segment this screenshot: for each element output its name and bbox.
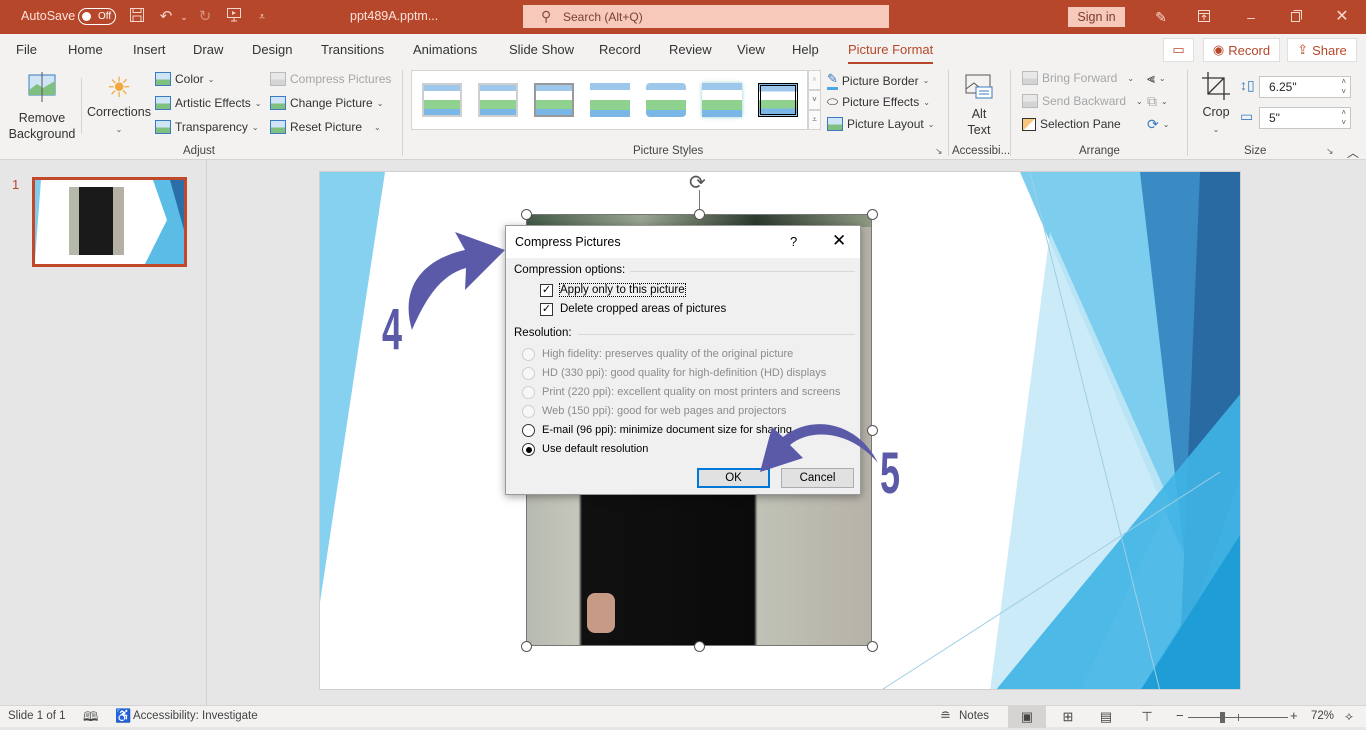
slide-sorter-button[interactable]: ⊞ [1049,706,1087,728]
notes-button[interactable]: Notes [959,710,989,722]
zoom-slider-thumb[interactable] [1220,712,1226,723]
accessibility-icon[interactable]: ♿ [115,708,131,724]
annotation-step-4: 4 [382,297,403,362]
annotation-step-5: 5 [880,441,901,506]
fit-to-window-icon[interactable]: ⟡ [1345,709,1353,724]
annotation-arrow-5 [760,424,878,472]
reading-view-button[interactable]: ▤ [1087,706,1125,728]
normal-view-button[interactable]: ▣ [1008,706,1046,728]
zoom-out-button[interactable]: − [1176,708,1184,723]
accessibility-status[interactable]: Accessibility: Investigate [133,710,258,722]
zoom-in-button[interactable]: + [1290,708,1298,723]
slide-show-button[interactable]: ⊤ [1128,706,1166,728]
slide-indicator: Slide 1 of 1 [8,710,66,722]
zoom-level[interactable]: 72% [1311,710,1334,722]
status-bar: Slide 1 of 1 🕮 ♿ Accessibility: Investig… [0,705,1366,728]
notes-icon[interactable]: ≘ [940,708,951,724]
annotation-layer [408,232,878,472]
annotation-arrow-4 [408,232,505,330]
